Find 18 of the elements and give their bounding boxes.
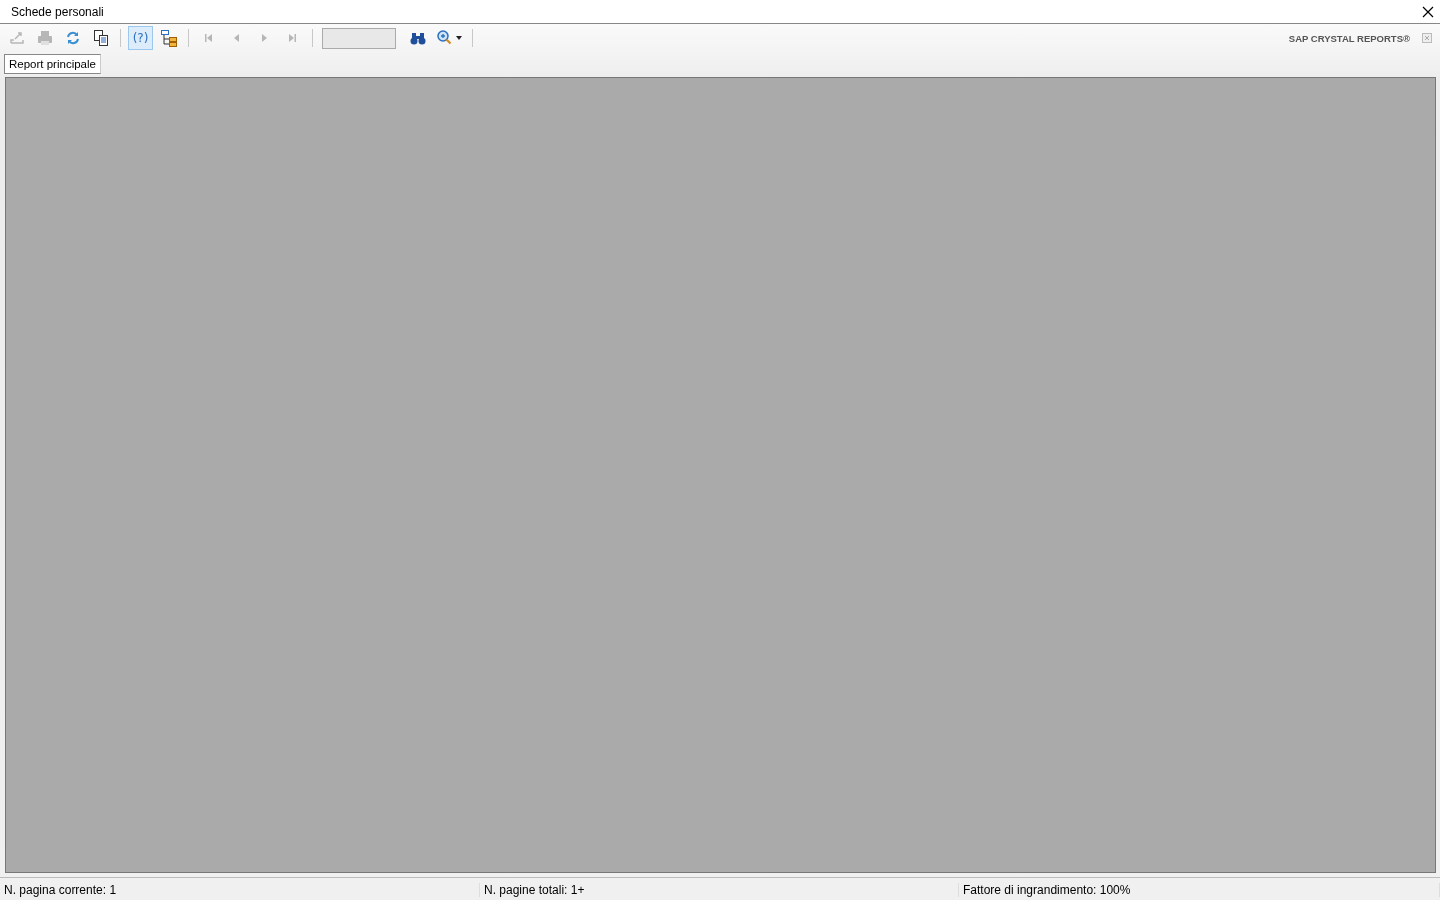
window-title: Schede personali — [11, 4, 104, 19]
status-text: Fattore di ingrandimento: 100% — [959, 882, 1440, 897]
previous-page-icon — [234, 34, 239, 42]
export-icon — [7, 29, 26, 47]
report-tab[interactable]: Report principale — [4, 54, 101, 74]
caret-icon — [456, 36, 462, 40]
help-button[interactable]: (?) — [128, 26, 153, 50]
last-page-icon — [289, 34, 296, 42]
status-text: N. pagina corrente: 1 — [0, 882, 480, 897]
first-page-icon — [205, 34, 212, 42]
page-number-field[interactable] — [322, 27, 396, 49]
copy-icon — [91, 29, 110, 47]
zoom-icon — [436, 29, 454, 47]
status-text: N. pagine totali: 1+ — [480, 882, 959, 897]
brand-logo: SAP CRYSTAL REPORTS® — [1288, 32, 1410, 44]
next-page-icon — [262, 34, 267, 42]
tree-icon — [159, 29, 178, 47]
printer-icon — [35, 29, 54, 47]
